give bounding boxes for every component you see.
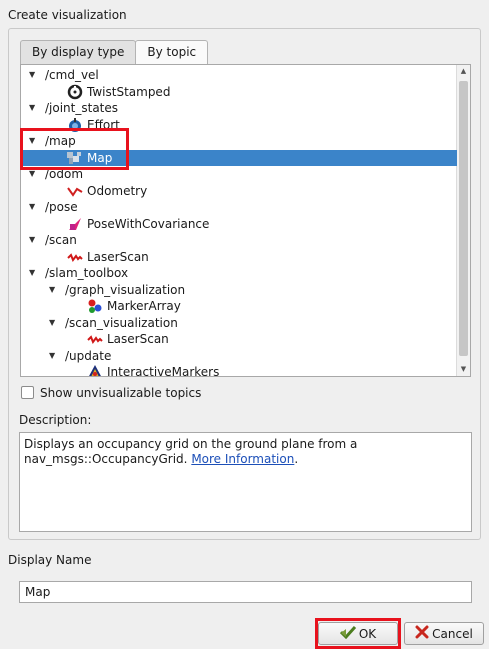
tree-row-label: /scan [45, 233, 77, 247]
tree-row-label: /slam_toolbox [45, 266, 129, 280]
expand-arrow-icon[interactable]: ▼ [49, 315, 55, 331]
tree-topic-row[interactable]: ▼ /scan [21, 232, 457, 248]
expand-arrow-icon[interactable]: ▼ [49, 282, 55, 298]
display-name-label: Display Name [8, 553, 92, 567]
tree-row-label: Odometry [87, 183, 148, 198]
expand-arrow-icon[interactable]: ▼ [29, 265, 35, 281]
expand-arrow-icon[interactable]: ▼ [29, 232, 35, 248]
tree-row-label: /scan_visualization [65, 315, 178, 330]
description-label: Description: [19, 413, 92, 427]
cancel-x-icon [415, 625, 429, 642]
tab-by-display-type[interactable]: By display type [20, 40, 137, 64]
tree-display-row[interactable]: MarkerArray [21, 298, 457, 314]
laserscan-icon [67, 249, 83, 265]
twist-icon [67, 84, 83, 100]
ok-highlight-box [315, 618, 401, 649]
cancel-label: Cancel [432, 626, 473, 641]
scroll-down-icon[interactable]: ▼ [457, 363, 470, 376]
description-text-line1: Displays an occupancy grid on the ground… [24, 437, 358, 451]
tree-scrollbar[interactable]: ▲ ▼ [456, 65, 470, 376]
tab-by-topic[interactable]: By topic [135, 40, 209, 65]
tree-topic-row[interactable]: ▼ /graph_visualization [21, 282, 457, 298]
tree-row-label: PoseWithCovariance [87, 216, 210, 231]
expand-arrow-icon[interactable]: ▼ [29, 199, 35, 215]
tree-display-row[interactable]: Odometry [21, 183, 457, 199]
odometry-icon [67, 183, 83, 199]
tree-display-row[interactable]: LaserScan [21, 331, 457, 347]
tree-display-row[interactable]: PoseWithCovariance [21, 216, 457, 232]
marker-array-icon [87, 298, 103, 314]
dialog-group-title: Create visualization [8, 8, 127, 22]
tree-row-label: /graph_visualization [65, 282, 186, 297]
show-unvisualizable-label[interactable]: Show unvisualizable topics [40, 386, 201, 400]
interactive-markers-icon [87, 364, 103, 376]
tree-row-label: TwistStamped [87, 84, 171, 99]
tree-row-label: LaserScan [107, 332, 169, 346]
tree-row-label: InteractiveMarkers [107, 365, 220, 377]
topic-tree[interactable]: ▲ ▼ ▼/cmd_vel TwistStamped ▼/joint_states E… [20, 64, 471, 377]
show-unvisualizable-checkbox[interactable] [21, 386, 34, 399]
description-box: Displays an occupancy grid on the ground… [19, 432, 472, 532]
tree-topic-row[interactable]: ▼ /slam_toolbox [21, 265, 457, 281]
scrollbar-thumb[interactable] [459, 81, 468, 356]
tree-row-label: /pose [45, 200, 78, 214]
tree-topic-row[interactable]: ▼ /update [21, 348, 457, 364]
more-information-link[interactable]: More Information [191, 452, 294, 466]
map-highlight-box [20, 128, 129, 170]
expand-arrow-icon[interactable]: ▼ [49, 348, 55, 364]
tree-topic-row[interactable]: ▼ /scan_visualization [21, 315, 457, 331]
tree-topic-row[interactable]: ▼ /pose [21, 199, 457, 215]
tree-row-label: /update [65, 348, 112, 363]
tree-row-label: /joint_states [45, 101, 119, 115]
scroll-up-icon[interactable]: ▲ [457, 65, 470, 78]
display-name-input[interactable] [19, 581, 472, 603]
tab-bar: By display type By topic [20, 40, 209, 65]
tree-display-row[interactable]: LaserScan [21, 249, 457, 265]
pose-icon [67, 216, 83, 232]
expand-arrow-icon[interactable]: ▼ [29, 67, 35, 83]
expand-arrow-icon[interactable]: ▼ [29, 100, 35, 116]
description-period: . [294, 452, 299, 466]
tree-display-row[interactable]: InteractiveMarkers [21, 364, 457, 377]
tree-display-row[interactable]: TwistStamped [21, 84, 457, 100]
tree-topic-row[interactable]: ▼ /cmd_vel [21, 67, 457, 83]
laserscan-icon [87, 331, 103, 347]
description-text-line2: nav_msgs::OccupancyGrid. [24, 452, 188, 466]
cancel-button[interactable]: Cancel [404, 622, 484, 645]
tree-topic-row[interactable]: ▼ /joint_states [21, 100, 457, 116]
tree-row-label: LaserScan [87, 249, 149, 264]
tree-row-label: /cmd_vel [45, 68, 99, 82]
tree-row-label: MarkerArray [107, 299, 181, 313]
